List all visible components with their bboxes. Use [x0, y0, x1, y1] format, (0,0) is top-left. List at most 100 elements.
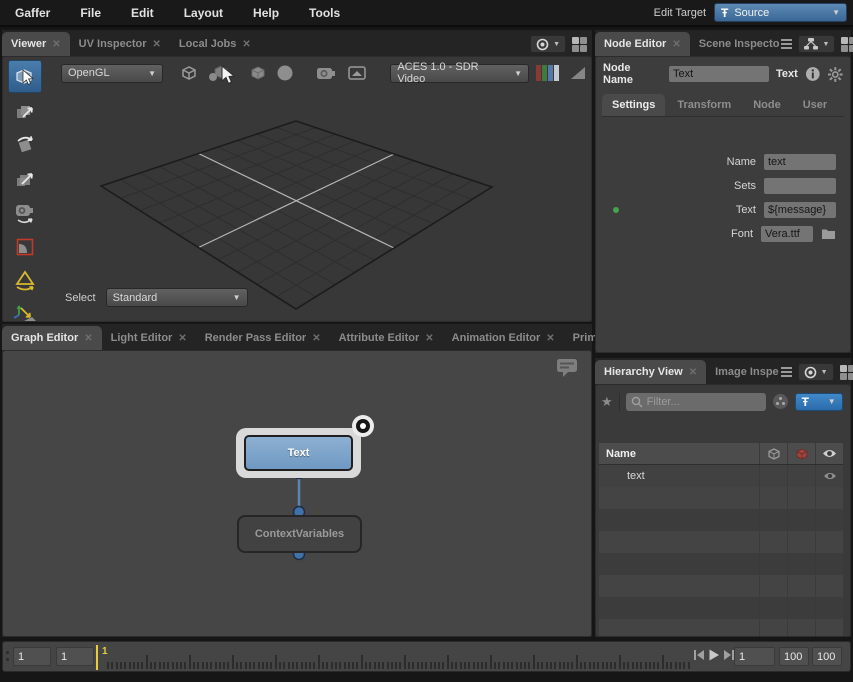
empty-row[interactable]	[599, 553, 843, 575]
menu-tools[interactable]: Tools	[294, 6, 355, 20]
tab-render-pass-editor[interactable]: Render Pass Editor ✕	[196, 326, 330, 350]
play-icon[interactable]	[708, 649, 720, 661]
range-end-input[interactable]	[812, 647, 842, 666]
tab-settings[interactable]: Settings	[602, 94, 665, 116]
camera-icon[interactable]	[314, 63, 338, 83]
edit-scope-dropdown[interactable]: Ŧ ▼	[795, 393, 843, 411]
timeline-grip[interactable]	[6, 651, 9, 661]
layout-menu-icon[interactable]	[572, 37, 587, 52]
frame-ruler[interactable]	[107, 644, 691, 671]
graph-editor-canvas[interactable]: Text ContextVariables	[2, 350, 592, 637]
select-tool-button[interactable]	[8, 60, 42, 93]
tab-animation-editor[interactable]: Animation Editor ✕	[443, 326, 564, 350]
tab-viewer[interactable]: Viewer ✕	[2, 32, 70, 56]
focus-badge-icon[interactable]	[350, 413, 376, 439]
light-tool-button[interactable]	[8, 264, 42, 297]
column-visibility[interactable]	[815, 443, 843, 464]
menu-file[interactable]: File	[65, 6, 116, 20]
hierarchy-row-text[interactable]: text	[599, 465, 843, 487]
scale-tool-button[interactable]	[8, 162, 42, 195]
light-position-tool-button[interactable]	[8, 298, 42, 322]
solid-cube-icon[interactable]	[248, 63, 268, 83]
translate-tool-button[interactable]	[8, 94, 42, 127]
shading-sphere-icon[interactable]	[275, 63, 295, 83]
renderer-dropdown[interactable]: OpenGL ▼	[61, 64, 163, 83]
wireframe-cube-icon[interactable]	[179, 63, 199, 83]
pin-editor-button[interactable]: ▼	[530, 35, 566, 53]
layout-menu-icon[interactable]	[840, 365, 853, 380]
close-icon[interactable]: ✕	[153, 39, 161, 50]
name-parameter-input[interactable]	[764, 154, 836, 170]
expression-dot-icon[interactable]	[613, 207, 619, 213]
rotate-tool-button[interactable]	[8, 128, 42, 161]
graph-node-contextvariables[interactable]: ContextVariables	[237, 515, 362, 553]
tab-user[interactable]: User	[793, 94, 837, 116]
tab-node-editor[interactable]: Node Editor ✕	[595, 32, 690, 56]
empty-row[interactable]	[599, 531, 843, 553]
cell-expansion[interactable]	[759, 465, 787, 487]
close-icon[interactable]: ✕	[425, 333, 433, 344]
tab-graph-editor[interactable]: Graph Editor ✕	[2, 326, 102, 350]
cell-exclusion[interactable]	[787, 465, 815, 487]
close-icon[interactable]: ✕	[84, 333, 92, 344]
tab-node[interactable]: Node	[743, 94, 791, 116]
frame-back-icon[interactable]	[693, 649, 705, 661]
set-membership-icon[interactable]	[772, 393, 789, 410]
select-mode-dropdown[interactable]: Standard ▼	[106, 288, 248, 307]
close-icon[interactable]: ✕	[312, 333, 320, 344]
camera-tool-button[interactable]	[8, 196, 42, 229]
tab-image-inspector[interactable]: Image Inspe	[706, 360, 781, 384]
close-icon[interactable]: ✕	[178, 333, 186, 344]
close-icon[interactable]: ✕	[689, 367, 697, 378]
edit-target-dropdown[interactable]: Ŧ Source ▼	[714, 3, 847, 22]
gear-icon[interactable]	[827, 66, 844, 83]
crop-window-tool-button[interactable]	[8, 230, 42, 263]
tab-primitive-inspector[interactable]: Prim	[564, 326, 599, 350]
empty-row[interactable]	[599, 575, 843, 597]
filter-input[interactable]	[647, 396, 752, 408]
graph-node-text[interactable]: Text	[244, 435, 353, 471]
empty-row[interactable]	[599, 597, 843, 619]
range-start-input[interactable]	[13, 647, 51, 666]
close-icon[interactable]: ✕	[242, 39, 250, 50]
hierarchy-table-header[interactable]: Name	[599, 443, 843, 465]
tab-local-jobs[interactable]: Local Jobs ✕	[170, 32, 260, 56]
viewer-viewport[interactable]: OpenGL ▼	[2, 56, 592, 322]
close-icon[interactable]: ✕	[546, 333, 554, 344]
menu-layout[interactable]: Layout	[169, 6, 238, 20]
editor-mode-button[interactable]: ▼	[798, 35, 835, 53]
tab-hierarchy-view[interactable]: Hierarchy View ✕	[595, 360, 706, 384]
close-icon[interactable]: ✕	[672, 39, 680, 50]
tab-uv-inspector[interactable]: UV Inspector ✕	[70, 32, 170, 56]
render-pass-icon[interactable]	[345, 63, 369, 83]
tab-scene-inspector[interactable]: Scene Inspecto	[690, 32, 782, 56]
playhead[interactable]	[96, 645, 98, 670]
playback-start-input[interactable]	[56, 647, 94, 666]
info-icon[interactable]	[805, 66, 821, 82]
annotation-bubble-icon[interactable]	[555, 357, 579, 379]
layout-menu-icon[interactable]	[841, 37, 853, 52]
sets-parameter-input[interactable]	[764, 178, 836, 194]
empty-row[interactable]	[599, 619, 843, 637]
pin-editor-button[interactable]: ▼	[798, 363, 834, 381]
menu-gaffer[interactable]: Gaffer	[0, 6, 65, 20]
bookmark-star-icon[interactable]: ★	[601, 394, 613, 410]
menu-edit[interactable]: Edit	[116, 6, 169, 20]
font-parameter-input[interactable]	[761, 226, 813, 242]
column-expansion[interactable]	[759, 443, 787, 464]
text-parameter-input[interactable]	[764, 202, 836, 218]
exposure-gamma-icon[interactable]	[569, 65, 587, 81]
tab-transform[interactable]: Transform	[667, 94, 741, 116]
folder-icon[interactable]	[821, 227, 836, 240]
tab-overflow-icon[interactable]	[781, 39, 792, 49]
current-frame-input[interactable]	[734, 647, 775, 666]
tab-overflow-icon[interactable]	[781, 367, 792, 377]
tab-light-editor[interactable]: Light Editor ✕	[102, 326, 196, 350]
cell-visibility[interactable]	[815, 465, 843, 487]
filter-searchbox[interactable]	[626, 393, 766, 411]
display-transform-dropdown[interactable]: ACES 1.0 - SDR Video ▼	[390, 64, 529, 83]
empty-row[interactable]	[599, 509, 843, 531]
node-name-input[interactable]	[669, 66, 769, 82]
close-icon[interactable]: ✕	[52, 39, 60, 50]
rgb-channels-icon[interactable]	[536, 64, 562, 82]
